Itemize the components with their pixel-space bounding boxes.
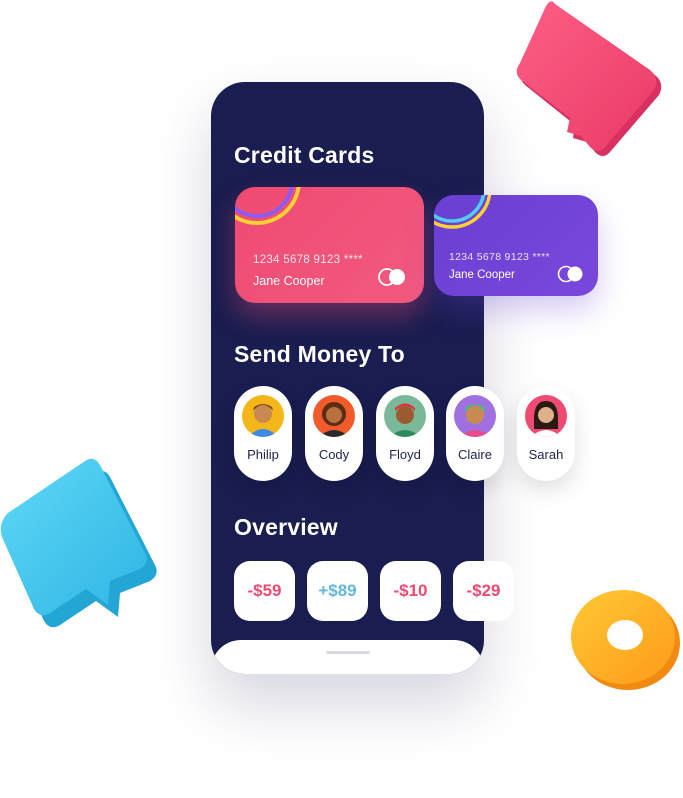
person-avatar-icon [460,404,490,437]
credit-card-2[interactable]: 1234 5678 9123 **** Jane Cooper [434,195,598,296]
contact-sarah[interactable]: Sarah [517,386,575,481]
overview-title: Overview [234,514,338,540]
card-decoration-arcs [235,187,301,225]
pink-chat-bubble-icon [516,1,662,156]
avatar [384,395,426,437]
mastercard-circles-icon [378,268,405,286]
person-avatar-icon [531,401,561,437]
amount-value: +$89 [318,581,357,600]
person-avatar-icon [390,403,420,437]
overview-amount-4[interactable]: -$29 [453,561,514,621]
contact-name: Sarah [528,447,564,462]
contact-name: Cody [318,447,350,462]
contact-philip[interactable]: Philip [234,386,292,481]
overview-amount-3[interactable]: -$10 [380,561,441,621]
contact-cody[interactable]: Cody [305,386,363,481]
orange-ring-icon [571,590,680,690]
mastercard-circles-icon [557,265,583,283]
contact-claire[interactable]: Claire [446,386,504,481]
blue-chat-bubble-icon [0,458,157,628]
card-holder: Jane Cooper [253,274,325,288]
contact-name: Floyd [389,447,421,462]
avatar [454,395,496,437]
overview-amount-1[interactable]: -$59 [234,561,295,621]
overview-amount-2[interactable]: +$89 [307,561,368,621]
avatar [525,395,567,437]
avatar [313,395,355,437]
send-money-title: Send Money To [234,341,405,367]
sheet-handle[interactable] [326,651,370,654]
card-number: 1234 5678 9123 **** [253,254,363,266]
credit-cards-title: Credit Cards [234,142,375,168]
amount-value: -$59 [247,581,282,600]
avatar [242,395,284,437]
contact-name: Claire [458,447,492,462]
credit-card-1[interactable]: 1234 5678 9123 **** Jane Cooper [235,187,424,303]
person-avatar-icon [248,404,278,437]
contact-floyd[interactable]: Floyd [376,386,434,481]
person-avatar-icon [319,402,349,437]
card-holder: Jane Cooper [449,269,515,281]
amount-value: -$10 [393,581,428,600]
card-number: 1234 5678 9123 **** [449,251,550,263]
amount-value: -$29 [466,581,501,600]
card-decoration-arcs [434,195,492,229]
contact-name: Philip [247,447,279,462]
bottom-sheet[interactable] [211,640,484,674]
